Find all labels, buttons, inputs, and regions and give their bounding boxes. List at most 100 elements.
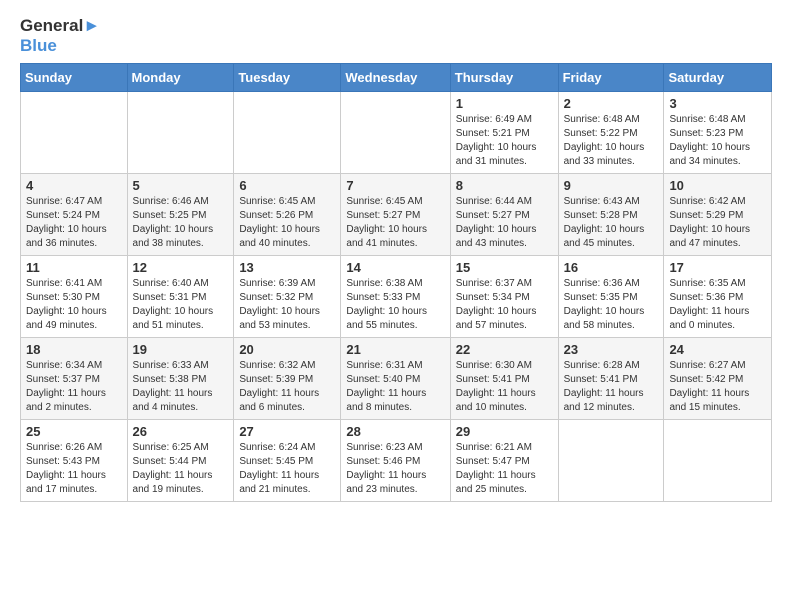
day-info: Sunrise: 6:41 AM Sunset: 5:30 PM Dayligh… <box>26 277 122 333</box>
day-info: Sunrise: 6:45 AM Sunset: 5:26 PM Dayligh… <box>239 195 335 251</box>
logo-text-block: General► Blue <box>20 16 100 55</box>
day-info: Sunrise: 6:21 AM Sunset: 5:47 PM Dayligh… <box>456 441 553 497</box>
day-info: Sunrise: 6:40 AM Sunset: 5:31 PM Dayligh… <box>133 277 229 333</box>
weekday-header-wednesday: Wednesday <box>341 64 450 92</box>
day-number: 16 <box>564 260 659 275</box>
day-info: Sunrise: 6:45 AM Sunset: 5:27 PM Dayligh… <box>346 195 444 251</box>
day-number: 25 <box>26 424 122 439</box>
day-number: 4 <box>26 178 122 193</box>
day-info: Sunrise: 6:42 AM Sunset: 5:29 PM Dayligh… <box>669 195 766 251</box>
day-info: Sunrise: 6:36 AM Sunset: 5:35 PM Dayligh… <box>564 277 659 333</box>
day-info: Sunrise: 6:28 AM Sunset: 5:41 PM Dayligh… <box>564 359 659 415</box>
day-info: Sunrise: 6:32 AM Sunset: 5:39 PM Dayligh… <box>239 359 335 415</box>
calendar-week-4: 18 Sunrise: 6:34 AM Sunset: 5:37 PM Dayli… <box>21 338 772 420</box>
weekday-header-sunday: Sunday <box>21 64 128 92</box>
day-number: 12 <box>133 260 229 275</box>
calendar-cell: 4 Sunrise: 6:47 AM Sunset: 5:24 PM Daylig… <box>21 174 128 256</box>
weekday-header-monday: Monday <box>127 64 234 92</box>
day-info: Sunrise: 6:26 AM Sunset: 5:43 PM Dayligh… <box>26 441 122 497</box>
calendar-cell: 16 Sunrise: 6:36 AM Sunset: 5:35 PM Dayli… <box>558 256 664 338</box>
calendar-cell <box>21 92 128 174</box>
calendar-week-3: 11Sunrise: 6:41 AM Sunset: 5:30 PM Dayli… <box>21 256 772 338</box>
day-info: Sunrise: 6:33 AM Sunset: 5:38 PM Dayligh… <box>133 359 229 415</box>
day-number: 14 <box>346 260 444 275</box>
day-number: 20 <box>239 342 335 357</box>
day-number: 7 <box>346 178 444 193</box>
calendar-cell: 28 Sunrise: 6:23 AM Sunset: 5:46 PM Dayli… <box>341 420 450 502</box>
calendar-cell: 25 Sunrise: 6:26 AM Sunset: 5:43 PM Dayli… <box>21 420 128 502</box>
calendar-cell: 26Sunrise: 6:25 AM Sunset: 5:44 PM Dayli… <box>127 420 234 502</box>
day-info: Sunrise: 6:48 AM Sunset: 5:23 PM Dayligh… <box>669 113 766 169</box>
calendar-week-5: 25 Sunrise: 6:26 AM Sunset: 5:43 PM Dayli… <box>21 420 772 502</box>
day-number: 2 <box>564 96 659 111</box>
day-info: Sunrise: 6:25 AM Sunset: 5:44 PM Dayligh… <box>133 441 229 497</box>
day-number: 15 <box>456 260 553 275</box>
day-number: 19 <box>133 342 229 357</box>
calendar-cell <box>664 420 772 502</box>
day-info: Sunrise: 6:24 AM Sunset: 5:45 PM Dayligh… <box>239 441 335 497</box>
weekday-header-friday: Friday <box>558 64 664 92</box>
day-info: Sunrise: 6:47 AM Sunset: 5:24 PM Dayligh… <box>26 195 122 251</box>
day-number: 3 <box>669 96 766 111</box>
weekday-header-row: SundayMondayTuesdayWednesdayThursdayFrid… <box>21 64 772 92</box>
calendar-cell: 6 Sunrise: 6:45 AM Sunset: 5:26 PM Daylig… <box>234 174 341 256</box>
calendar-cell: 24 Sunrise: 6:27 AM Sunset: 5:42 PM Dayli… <box>664 338 772 420</box>
calendar-cell: 9 Sunrise: 6:43 AM Sunset: 5:28 PM Daylig… <box>558 174 664 256</box>
day-number: 10 <box>669 178 766 193</box>
day-number: 29 <box>456 424 553 439</box>
day-number: 24 <box>669 342 766 357</box>
calendar-cell: 1 Sunrise: 6:49 AM Sunset: 5:21 PM Daylig… <box>450 92 558 174</box>
day-number: 21 <box>346 342 444 357</box>
calendar-cell: 19 Sunrise: 6:33 AM Sunset: 5:38 PM Dayli… <box>127 338 234 420</box>
calendar-cell: 15 Sunrise: 6:37 AM Sunset: 5:34 PM Dayli… <box>450 256 558 338</box>
day-info: Sunrise: 6:43 AM Sunset: 5:28 PM Dayligh… <box>564 195 659 251</box>
calendar-cell: 13Sunrise: 6:39 AM Sunset: 5:32 PM Dayli… <box>234 256 341 338</box>
day-info: Sunrise: 6:46 AM Sunset: 5:25 PM Dayligh… <box>133 195 229 251</box>
day-number: 1 <box>456 96 553 111</box>
day-number: 17 <box>669 260 766 275</box>
day-number: 18 <box>26 342 122 357</box>
calendar-cell: 21 Sunrise: 6:31 AM Sunset: 5:40 PM Dayli… <box>341 338 450 420</box>
calendar-cell: 11Sunrise: 6:41 AM Sunset: 5:30 PM Dayli… <box>21 256 128 338</box>
calendar-cell: 29 Sunrise: 6:21 AM Sunset: 5:47 PM Dayli… <box>450 420 558 502</box>
calendar-table: SundayMondayTuesdayWednesdayThursdayFrid… <box>20 63 772 502</box>
day-info: Sunrise: 6:30 AM Sunset: 5:41 PM Dayligh… <box>456 359 553 415</box>
day-number: 28 <box>346 424 444 439</box>
day-number: 23 <box>564 342 659 357</box>
day-number: 6 <box>239 178 335 193</box>
day-info: Sunrise: 6:48 AM Sunset: 5:22 PM Dayligh… <box>564 113 659 169</box>
day-info: Sunrise: 6:44 AM Sunset: 5:27 PM Dayligh… <box>456 195 553 251</box>
day-info: Sunrise: 6:23 AM Sunset: 5:46 PM Dayligh… <box>346 441 444 497</box>
calendar-cell: 7 Sunrise: 6:45 AM Sunset: 5:27 PM Daylig… <box>341 174 450 256</box>
calendar-cell: 22Sunrise: 6:30 AM Sunset: 5:41 PM Dayli… <box>450 338 558 420</box>
calendar-cell: 17 Sunrise: 6:35 AM Sunset: 5:36 PM Dayli… <box>664 256 772 338</box>
day-info: Sunrise: 6:38 AM Sunset: 5:33 PM Dayligh… <box>346 277 444 333</box>
calendar-cell: 3 Sunrise: 6:48 AM Sunset: 5:23 PM Daylig… <box>664 92 772 174</box>
logo: General► Blue <box>20 16 100 55</box>
day-info: Sunrise: 6:34 AM Sunset: 5:37 PM Dayligh… <box>26 359 122 415</box>
day-number: 9 <box>564 178 659 193</box>
calendar-week-2: 4 Sunrise: 6:47 AM Sunset: 5:24 PM Daylig… <box>21 174 772 256</box>
page-header: General► Blue <box>20 16 772 55</box>
logo-line2: Blue <box>20 36 100 56</box>
day-info: Sunrise: 6:37 AM Sunset: 5:34 PM Dayligh… <box>456 277 553 333</box>
weekday-header-tuesday: Tuesday <box>234 64 341 92</box>
calendar-cell: 27 Sunrise: 6:24 AM Sunset: 5:45 PM Dayli… <box>234 420 341 502</box>
day-number: 5 <box>133 178 229 193</box>
calendar-cell: 2 Sunrise: 6:48 AM Sunset: 5:22 PM Daylig… <box>558 92 664 174</box>
calendar-cell: 5 Sunrise: 6:46 AM Sunset: 5:25 PM Daylig… <box>127 174 234 256</box>
weekday-header-thursday: Thursday <box>450 64 558 92</box>
calendar-cell: 20 Sunrise: 6:32 AM Sunset: 5:39 PM Dayli… <box>234 338 341 420</box>
day-info: Sunrise: 6:35 AM Sunset: 5:36 PM Dayligh… <box>669 277 766 333</box>
day-info: Sunrise: 6:39 AM Sunset: 5:32 PM Dayligh… <box>239 277 335 333</box>
calendar-cell: 14 Sunrise: 6:38 AM Sunset: 5:33 PM Dayli… <box>341 256 450 338</box>
day-info: Sunrise: 6:27 AM Sunset: 5:42 PM Dayligh… <box>669 359 766 415</box>
calendar-cell: 10 Sunrise: 6:42 AM Sunset: 5:29 PM Dayli… <box>664 174 772 256</box>
day-info: Sunrise: 6:31 AM Sunset: 5:40 PM Dayligh… <box>346 359 444 415</box>
calendar-cell: 23 Sunrise: 6:28 AM Sunset: 5:41 PM Dayli… <box>558 338 664 420</box>
day-number: 27 <box>239 424 335 439</box>
calendar-cell <box>341 92 450 174</box>
calendar-cell <box>558 420 664 502</box>
day-info: Sunrise: 6:49 AM Sunset: 5:21 PM Dayligh… <box>456 113 553 169</box>
calendar-week-1: 1 Sunrise: 6:49 AM Sunset: 5:21 PM Daylig… <box>21 92 772 174</box>
